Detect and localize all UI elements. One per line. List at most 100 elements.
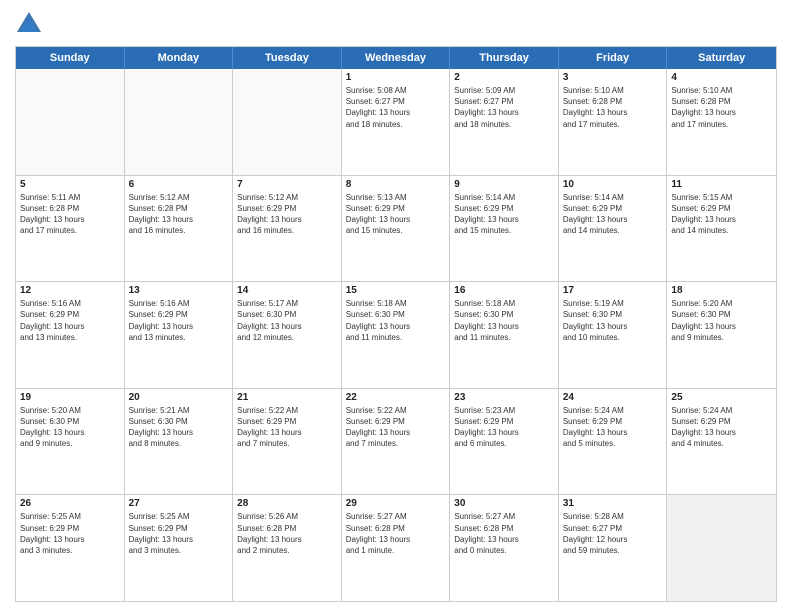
day-number: 5: [20, 179, 120, 190]
day-cell-7: 7Sunrise: 5:12 AMSunset: 6:29 PMDaylight…: [233, 176, 342, 282]
cell-info: Sunrise: 5:22 AMSunset: 6:29 PMDaylight:…: [346, 405, 446, 450]
day-number: 4: [671, 72, 772, 83]
cell-info: Sunrise: 5:20 AMSunset: 6:30 PMDaylight:…: [20, 405, 120, 450]
day-number: 17: [563, 285, 663, 296]
cell-info: Sunrise: 5:09 AMSunset: 6:27 PMDaylight:…: [454, 85, 554, 130]
cell-info: Sunrise: 5:16 AMSunset: 6:29 PMDaylight:…: [129, 298, 229, 343]
day-number: 13: [129, 285, 229, 296]
cell-info: Sunrise: 5:27 AMSunset: 6:28 PMDaylight:…: [346, 511, 446, 556]
day-cell-21: 21 Sunrise: 5:22 AMSunset: 6:29 PMDayligh…: [233, 389, 342, 495]
cell-info: Sunrise: 5:27 AMSunset: 6:28 PMDaylight:…: [454, 511, 554, 556]
day-cell-15: 15 Sunrise: 5:18 AMSunset: 6:30 PMDayligh…: [342, 282, 451, 388]
cell-info: Sunrise: 5:25 AMSunset: 6:29 PMDaylight:…: [129, 511, 229, 556]
cell-info: Sunrise: 5:12 AMSunset: 6:28 PMDaylight:…: [129, 192, 229, 237]
day-number: 23: [454, 392, 554, 403]
day-cell-14: 14 Sunrise: 5:17 AMSunset: 6:30 PMDayligh…: [233, 282, 342, 388]
logo-icon: [15, 10, 43, 38]
day-cell-18: 18 Sunrise: 5:20 AMSunset: 6:30 PMDayligh…: [667, 282, 776, 388]
day-cell-31: 31 Sunrise: 5:28 AMSunset: 6:27 PMDayligh…: [559, 495, 668, 601]
day-number: 25: [671, 392, 772, 403]
day-number: 30: [454, 498, 554, 509]
day-cell-22: 22Sunrise: 5:22 AMSunset: 6:29 PMDayligh…: [342, 389, 451, 495]
day-cell-23: 23 Sunrise: 5:23 AMSunset: 6:29 PMDayligh…: [450, 389, 559, 495]
day-cell-26: 26 Sunrise: 5:25 AMSunset: 6:29 PMDayligh…: [16, 495, 125, 601]
cell-info: Sunrise: 5:16 AMSunset: 6:29 PMDaylight:…: [20, 298, 120, 343]
day-number: 8: [346, 179, 446, 190]
empty-cell: [233, 69, 342, 175]
day-cell-8: 8 Sunrise: 5:13 AMSunset: 6:29 PMDaylight…: [342, 176, 451, 282]
cell-info: Sunrise: 5:11 AMSunset: 6:28 PMDaylight:…: [20, 192, 120, 237]
cell-info: Sunrise: 5:25 AMSunset: 6:29 PMDaylight:…: [20, 511, 120, 556]
cell-info: Sunrise: 5:22 AMSunset: 6:29 PMDaylight:…: [237, 405, 337, 450]
header: [15, 10, 777, 38]
day-cell-29: 29 Sunrise: 5:27 AMSunset: 6:28 PMDayligh…: [342, 495, 451, 601]
day-cell-28: 28Sunrise: 5:26 AMSunset: 6:28 PMDayligh…: [233, 495, 342, 601]
day-number: 1: [346, 72, 446, 83]
day-cell-20: 20Sunrise: 5:21 AMSunset: 6:30 PMDayligh…: [125, 389, 234, 495]
day-number: 26: [20, 498, 120, 509]
day-cell-10: 10 Sunrise: 5:14 AMSunset: 6:29 PMDayligh…: [559, 176, 668, 282]
calendar-body: 1 Sunrise: 5:08 AMSunset: 6:27 PMDaylight…: [16, 69, 776, 601]
day-number: 16: [454, 285, 554, 296]
cell-info: Sunrise: 5:19 AMSunset: 6:30 PMDaylight:…: [563, 298, 663, 343]
day-cell-24: 24 Sunrise: 5:24 AMSunset: 6:29 PMDayligh…: [559, 389, 668, 495]
cell-info: Sunrise: 5:24 AMSunset: 6:29 PMDaylight:…: [671, 405, 772, 450]
day-number: 12: [20, 285, 120, 296]
cell-info: Sunrise: 5:14 AMSunset: 6:29 PMDaylight:…: [563, 192, 663, 237]
cell-info: Sunrise: 5:18 AMSunset: 6:30 PMDaylight:…: [454, 298, 554, 343]
day-cell-2: 2Sunrise: 5:09 AMSunset: 6:27 PMDaylight…: [450, 69, 559, 175]
day-cell-3: 3 Sunrise: 5:10 AMSunset: 6:28 PMDaylight…: [559, 69, 668, 175]
day-cell-9: 9 Sunrise: 5:14 AMSunset: 6:29 PMDaylight…: [450, 176, 559, 282]
cell-info: Sunrise: 5:08 AMSunset: 6:27 PMDaylight:…: [346, 85, 446, 130]
empty-cell: [16, 69, 125, 175]
page: SundayMondayTuesdayWednesdayThursdayFrid…: [0, 0, 792, 612]
day-number: 19: [20, 392, 120, 403]
calendar-row-2: 12 Sunrise: 5:16 AMSunset: 6:29 PMDayligh…: [16, 281, 776, 388]
header-day-wednesday: Wednesday: [342, 47, 451, 69]
cell-info: Sunrise: 5:21 AMSunset: 6:30 PMDaylight:…: [129, 405, 229, 450]
calendar-row-3: 19 Sunrise: 5:20 AMSunset: 6:30 PMDayligh…: [16, 388, 776, 495]
day-number: 6: [129, 179, 229, 190]
header-day-saturday: Saturday: [667, 47, 776, 69]
day-number: 7: [237, 179, 337, 190]
header-day-thursday: Thursday: [450, 47, 559, 69]
calendar-row-1: 5 Sunrise: 5:11 AMSunset: 6:28 PMDaylight…: [16, 175, 776, 282]
header-day-monday: Monday: [125, 47, 234, 69]
day-number: 18: [671, 285, 772, 296]
header-day-tuesday: Tuesday: [233, 47, 342, 69]
calendar: SundayMondayTuesdayWednesdayThursdayFrid…: [15, 46, 777, 602]
day-cell-5: 5 Sunrise: 5:11 AMSunset: 6:28 PMDaylight…: [16, 176, 125, 282]
day-number: 27: [129, 498, 229, 509]
day-number: 31: [563, 498, 663, 509]
cell-info: Sunrise: 5:23 AMSunset: 6:29 PMDaylight:…: [454, 405, 554, 450]
cell-info: Sunrise: 5:18 AMSunset: 6:30 PMDaylight:…: [346, 298, 446, 343]
calendar-row-4: 26 Sunrise: 5:25 AMSunset: 6:29 PMDayligh…: [16, 494, 776, 601]
cell-info: Sunrise: 5:15 AMSunset: 6:29 PMDaylight:…: [671, 192, 772, 237]
day-cell-30: 30 Sunrise: 5:27 AMSunset: 6:28 PMDayligh…: [450, 495, 559, 601]
cell-info: Sunrise: 5:10 AMSunset: 6:28 PMDaylight:…: [671, 85, 772, 130]
empty-cell: [125, 69, 234, 175]
cell-info: Sunrise: 5:13 AMSunset: 6:29 PMDaylight:…: [346, 192, 446, 237]
day-number: 24: [563, 392, 663, 403]
calendar-row-0: 1 Sunrise: 5:08 AMSunset: 6:27 PMDaylight…: [16, 69, 776, 175]
empty-cell: [667, 495, 776, 601]
header-day-sunday: Sunday: [16, 47, 125, 69]
day-number: 15: [346, 285, 446, 296]
day-cell-11: 11 Sunrise: 5:15 AMSunset: 6:29 PMDayligh…: [667, 176, 776, 282]
day-number: 21: [237, 392, 337, 403]
day-number: 10: [563, 179, 663, 190]
day-number: 9: [454, 179, 554, 190]
cell-info: Sunrise: 5:14 AMSunset: 6:29 PMDaylight:…: [454, 192, 554, 237]
cell-info: Sunrise: 5:17 AMSunset: 6:30 PMDaylight:…: [237, 298, 337, 343]
day-cell-1: 1 Sunrise: 5:08 AMSunset: 6:27 PMDaylight…: [342, 69, 451, 175]
day-cell-19: 19 Sunrise: 5:20 AMSunset: 6:30 PMDayligh…: [16, 389, 125, 495]
day-number: 29: [346, 498, 446, 509]
cell-info: Sunrise: 5:20 AMSunset: 6:30 PMDaylight:…: [671, 298, 772, 343]
day-number: 14: [237, 285, 337, 296]
cell-info: Sunrise: 5:24 AMSunset: 6:29 PMDaylight:…: [563, 405, 663, 450]
day-cell-13: 13 Sunrise: 5:16 AMSunset: 6:29 PMDayligh…: [125, 282, 234, 388]
day-number: 3: [563, 72, 663, 83]
day-number: 11: [671, 179, 772, 190]
cell-info: Sunrise: 5:28 AMSunset: 6:27 PMDaylight:…: [563, 511, 663, 556]
cell-info: Sunrise: 5:10 AMSunset: 6:28 PMDaylight:…: [563, 85, 663, 130]
